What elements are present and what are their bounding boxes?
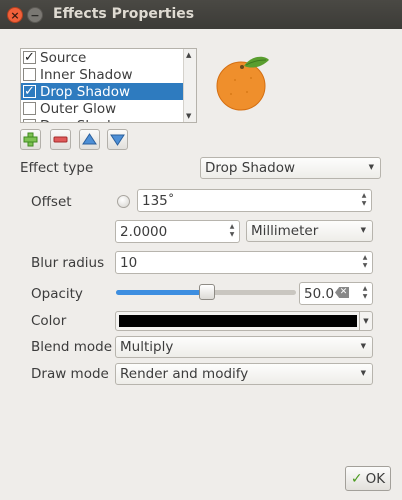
effects-list-item-label: Drop Shadow [40, 83, 131, 100]
draw-mode-value: Render and modify [120, 366, 249, 382]
offset-distance-spinbox[interactable]: 2.0000 ▲ ▼ [115, 220, 240, 243]
effects-properties-dialog: × − Effects Properties ✓ Source Inner Shad… [0, 0, 402, 500]
effect-preview-orange-icon [216, 56, 269, 111]
color-swatch [119, 315, 357, 327]
offset-unit-combo[interactable]: Millimeter ▼ [246, 220, 373, 242]
close-window-button[interactable]: × [7, 7, 23, 23]
arrow-down-icon [110, 134, 125, 146]
opacity-slider-fill [116, 290, 206, 295]
effects-list-item[interactable]: Inner Shadow [21, 66, 184, 83]
offset-unit-value: Millimeter [251, 223, 319, 239]
spin-arrows-icon[interactable]: ▲ ▼ [360, 254, 370, 271]
blur-radius-spinbox[interactable]: 10 ▲ ▼ [115, 251, 373, 274]
opacity-value: 50.0 [304, 285, 335, 302]
remove-effect-button[interactable] [50, 129, 71, 150]
ok-button[interactable]: ✓ OK [345, 466, 391, 491]
blur-radius-value: 10 [120, 254, 138, 271]
offset-angle-value: 135˚ [142, 192, 175, 209]
effect-enabled-checkbox[interactable] [23, 68, 36, 81]
color-label: Color [31, 313, 67, 329]
move-effect-up-button[interactable] [79, 129, 100, 150]
effect-enabled-checkbox[interactable]: ✓ [23, 85, 36, 98]
chevron-down-icon: ▼ [360, 342, 366, 350]
blend-mode-combo[interactable]: Multiply ▼ [115, 336, 373, 358]
arrow-up-icon [82, 133, 97, 145]
offset-angle-dial[interactable] [117, 195, 130, 208]
spin-arrows-icon[interactable]: ▲ ▼ [360, 285, 370, 302]
blend-mode-value: Multiply [120, 339, 174, 355]
offset-angle-spinbox[interactable]: 135˚ ▲ ▼ [137, 189, 372, 212]
effect-enabled-checkbox[interactable]: ✓ [23, 51, 36, 64]
spin-arrows-icon[interactable]: ▲ ▼ [359, 192, 369, 209]
move-effect-down-button[interactable] [107, 129, 128, 150]
effects-list-items: ✓ Source Inner Shadow ✓ Drop Shadow Outer Glo… [21, 49, 184, 123]
scroll-up-icon[interactable]: ▲ [186, 51, 191, 59]
ok-label: OK [365, 470, 386, 487]
chevron-down-icon: ▼ [360, 369, 366, 377]
draw-mode-combo[interactable]: Render and modify ▼ [115, 363, 373, 385]
effects-list-item-label: Drop Shad [40, 118, 111, 123]
effects-list-item-label: Source [40, 49, 87, 66]
minimize-window-button[interactable]: − [27, 7, 43, 23]
effects-list-item-label: Inner Shadow [40, 66, 133, 83]
effect-type-label: Effect type [20, 160, 94, 176]
effects-list-scrollbar[interactable]: ▲ ▼ [183, 49, 196, 122]
effects-list[interactable]: ✓ Source Inner Shadow ✓ Drop Shadow Outer Glo… [20, 48, 197, 123]
scroll-down-icon[interactable]: ▼ [186, 112, 191, 120]
opacity-slider-handle[interactable] [199, 284, 215, 300]
chevron-down-icon: ▼ [368, 163, 374, 171]
checkmark-icon: ✓ [350, 470, 363, 487]
blur-radius-label: Blur radius [31, 255, 105, 271]
add-effect-button[interactable] [20, 129, 41, 150]
effects-list-item[interactable]: ✓ Source [21, 49, 184, 66]
minus-icon [53, 136, 68, 143]
effect-type-combo[interactable]: Drop Shadow ▼ [200, 157, 381, 179]
window-title: Effects Properties [53, 6, 195, 22]
blend-mode-label: Blend mode [31, 339, 113, 355]
effect-enabled-checkbox[interactable] [23, 102, 36, 115]
effects-list-item[interactable]: Drop Shad [21, 117, 184, 123]
effects-list-item[interactable]: ✓ Drop Shadow [21, 83, 184, 100]
offset-label: Offset [31, 194, 72, 210]
effects-list-item[interactable]: Outer Glow [21, 100, 184, 117]
chevron-down-icon[interactable]: ▼ [359, 312, 372, 330]
plus-icon [23, 132, 38, 147]
title-bar: × − Effects Properties [0, 0, 402, 29]
chevron-down-icon: ▼ [360, 226, 366, 234]
offset-distance-value: 2.0000 [120, 223, 168, 240]
color-button[interactable]: ▼ [115, 311, 373, 331]
effect-type-value: Drop Shadow [205, 160, 296, 176]
spin-arrows-icon[interactable]: ▲ ▼ [227, 223, 237, 240]
effect-enabled-checkbox[interactable] [23, 119, 36, 122]
draw-mode-label: Draw mode [31, 366, 109, 382]
effects-list-item-label: Outer Glow [40, 100, 117, 117]
opacity-label: Opacity [31, 286, 83, 302]
